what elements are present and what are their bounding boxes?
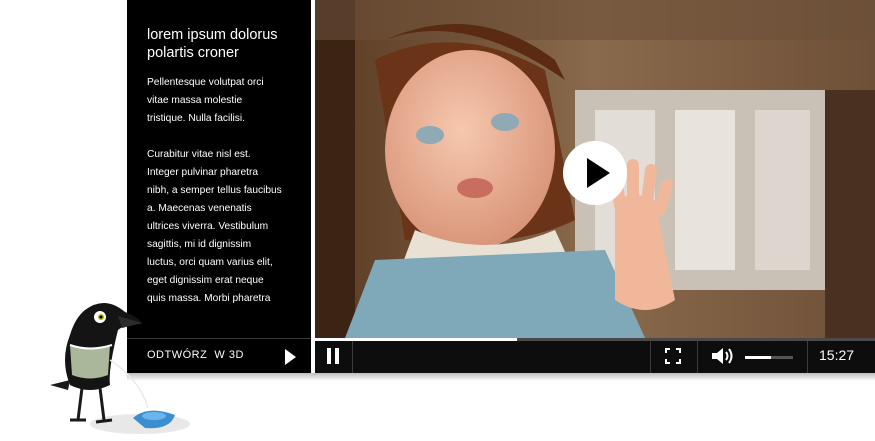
pause-icon[interactable] bbox=[325, 348, 341, 364]
player-shadow bbox=[127, 373, 875, 381]
play-arrow-icon bbox=[285, 349, 296, 365]
video-frame[interactable] bbox=[315, 0, 875, 338]
progress-fill bbox=[315, 338, 517, 341]
play-icon[interactable] bbox=[563, 141, 627, 205]
volume-level bbox=[745, 356, 772, 359]
fullscreen-icon[interactable] bbox=[665, 348, 681, 364]
volume-slider[interactable] bbox=[745, 356, 793, 359]
time-display: 15:27 bbox=[819, 347, 855, 363]
progress-bar[interactable] bbox=[315, 338, 875, 341]
panel-title: lorem ipsum dolorus polartis croner bbox=[147, 27, 278, 61]
divider bbox=[697, 341, 698, 373]
description-panel: lorem ipsum dolorus polartis croner Pell… bbox=[127, 0, 311, 338]
divider bbox=[352, 341, 353, 373]
volume-icon[interactable] bbox=[711, 347, 737, 365]
divider bbox=[807, 341, 808, 373]
divider bbox=[650, 341, 651, 373]
panel-description: Pellentesque volutpat orci vitae massa m… bbox=[147, 77, 282, 304]
magpie-mascot bbox=[50, 302, 190, 434]
player-controls: 15:27 bbox=[315, 338, 875, 373]
